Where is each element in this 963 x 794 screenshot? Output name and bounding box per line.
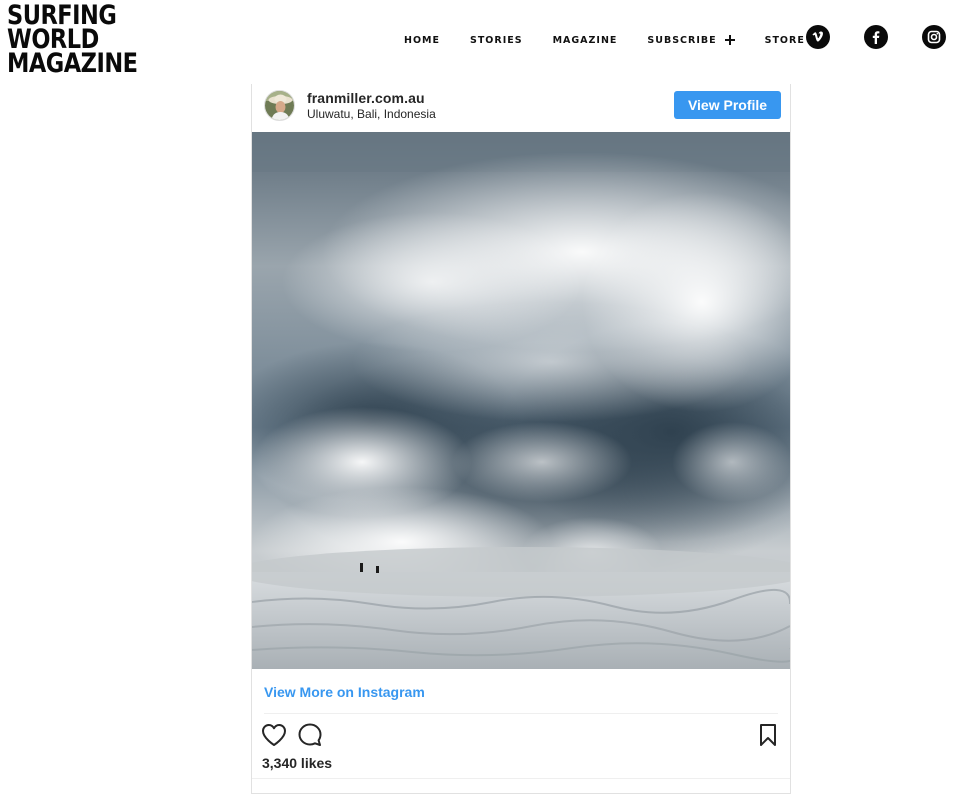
- post-actions: [252, 721, 790, 749]
- nav-stories[interactable]: STORIES: [470, 35, 523, 46]
- nav-subscribe[interactable]: SUBSCRIBE: [647, 34, 735, 46]
- facebook-icon: [872, 31, 880, 44]
- avatar-image: [265, 91, 294, 120]
- vimeo-icon: [812, 31, 823, 42]
- facebook-button[interactable]: [864, 25, 888, 49]
- vimeo-button[interactable]: [806, 25, 830, 49]
- site-header: SURFING WORLD MAGAZINE HOME STORIES MAGA…: [0, 0, 963, 80]
- like-button[interactable]: [260, 721, 288, 749]
- instagram-icon: [927, 30, 941, 44]
- nav-subscribe-label: SUBSCRIBE: [647, 34, 717, 46]
- divider: [252, 778, 790, 779]
- divider: [264, 713, 778, 714]
- avatar[interactable]: [264, 90, 295, 121]
- save-button[interactable]: [754, 721, 782, 749]
- nav-home[interactable]: HOME: [404, 35, 440, 46]
- main-nav: HOME STORIES MAGAZINE SUBSCRIBE STORE: [404, 28, 805, 52]
- bookmark-icon: [760, 724, 776, 746]
- post-photo[interactable]: [252, 132, 790, 669]
- instagram-embed: franmiller.com.au Uluwatu, Bali, Indones…: [251, 84, 791, 794]
- embed-header: franmiller.com.au Uluwatu, Bali, Indones…: [252, 84, 790, 132]
- nav-magazine[interactable]: MAGAZINE: [553, 35, 618, 46]
- heart-icon: [262, 724, 286, 746]
- comment-icon: [298, 723, 322, 746]
- nav-store[interactable]: STORE: [765, 35, 805, 46]
- likes-count: 3,340 likes: [262, 755, 333, 771]
- site-logo[interactable]: SURFING WORLD MAGAZINE: [7, 2, 138, 79]
- view-profile-button[interactable]: View Profile: [674, 91, 781, 119]
- logo-line-3: MAGAZINE: [7, 47, 138, 79]
- instagram-button[interactable]: [922, 25, 946, 49]
- post-username[interactable]: franmiller.com.au: [307, 90, 425, 106]
- comment-button[interactable]: [296, 721, 324, 749]
- plus-icon: [724, 35, 735, 45]
- post-location[interactable]: Uluwatu, Bali, Indonesia: [307, 107, 436, 121]
- view-more-link[interactable]: View More on Instagram: [264, 684, 425, 700]
